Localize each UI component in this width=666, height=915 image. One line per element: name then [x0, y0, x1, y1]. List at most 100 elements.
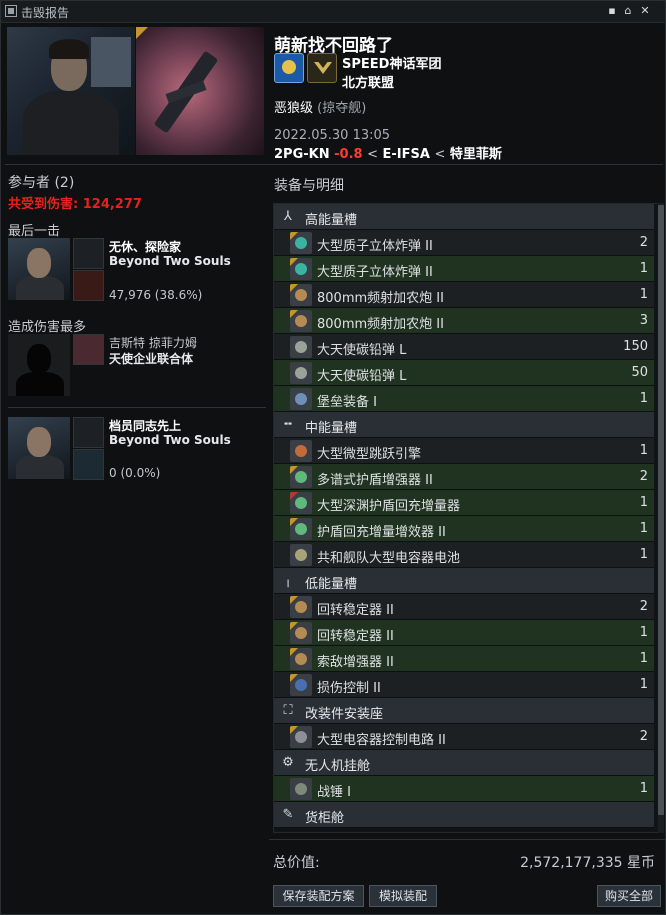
item-quantity: 1 — [639, 651, 648, 666]
module-icon — [290, 284, 312, 306]
module-icon — [290, 232, 312, 254]
top-damage-portrait[interactable] — [8, 334, 70, 396]
item-quantity: 2 — [639, 599, 648, 614]
save-fit-button[interactable]: 保存装配方案 — [273, 885, 364, 907]
fitting-item-row[interactable]: 损伤控制 II 1 — [274, 672, 654, 698]
divider — [5, 164, 663, 165]
kill-time: 2022.05.30 13:05 — [274, 128, 391, 143]
fitting-item-row[interactable]: 战锤 I 1 — [274, 776, 654, 802]
victim-ship-type[interactable]: 恶狼级 (掠夺舰) — [274, 97, 366, 116]
alliance-logo-icon[interactable] — [307, 53, 337, 83]
slot-header[interactable]: ╍ 中能量槽 — [274, 412, 654, 438]
total-value: 2,572,177,335 星币 — [520, 855, 655, 871]
title-bar: 击毁报告 ▪ ⌂ ✕ — [1, 1, 665, 23]
system-link[interactable]: 2PG-KN — [274, 147, 330, 162]
final-blow-damage: 47,976 (38.6%) — [109, 288, 203, 302]
attacker-portrait[interactable] — [8, 417, 70, 479]
region-link[interactable]: 特里菲斯 — [450, 147, 502, 162]
fitting-item-row[interactable]: 多谱式护盾增强器 II 2 — [274, 464, 654, 490]
fitting-item-row[interactable]: 共和舰队大型电容器电池 1 — [274, 542, 654, 568]
top-damage-name[interactable]: 吉斯特 掠菲力姆 — [109, 334, 197, 351]
constellation-link[interactable]: E-IFSA — [383, 147, 430, 162]
corp-logo-icon[interactable] — [274, 53, 304, 83]
item-quantity: 1 — [639, 677, 648, 692]
final-blow-ship-icon[interactable] — [73, 238, 104, 269]
victim-ship-image[interactable] — [136, 27, 264, 155]
slot-header[interactable]: ⅄ 高能量槽 — [274, 204, 654, 230]
total-damage: 共受到伤害: 124,277 — [8, 197, 142, 212]
fitting-item-row[interactable]: 800mm频射加农炮 II 1 — [274, 282, 654, 308]
simulate-fit-button[interactable]: 模拟装配 — [369, 885, 437, 907]
attacker-corp[interactable]: Beyond Two Souls — [109, 433, 231, 447]
lock-icon[interactable]: ⌂ — [621, 4, 635, 18]
final-blow-name[interactable]: 无休、探险家 — [109, 238, 181, 255]
item-quantity: 2 — [639, 469, 648, 484]
item-quantity: 1 — [639, 287, 648, 302]
fitting-item-row[interactable]: 大型深渊护盾回充增量器 1 — [274, 490, 654, 516]
slot-header-label: 高能量槽 — [305, 213, 358, 228]
attacker-ship-icon[interactable] — [73, 417, 104, 448]
victim-portrait[interactable] — [7, 27, 135, 155]
fitting-item-row[interactable]: 护盾回充增量增效器 II 1 — [274, 516, 654, 542]
fitting-item-row[interactable]: 大型质子立体炸弹 II 2 — [274, 230, 654, 256]
victim-alliance[interactable]: 北方联盟 — [342, 72, 394, 91]
fitting-item-row[interactable]: 大天使碳铅弹 L 150 — [274, 334, 654, 360]
module-icon — [290, 362, 312, 384]
buy-all-button[interactable]: 购买全部 — [597, 885, 661, 907]
low-slot-icon: ╷ — [284, 573, 292, 588]
fitting-item-row[interactable]: 索敌增强器 II 1 — [274, 646, 654, 672]
window-title: 击毁报告 — [21, 6, 70, 20]
item-name: 护盾回充增量增效器 II — [317, 525, 446, 540]
item-name: 大天使碳铅弹 L — [317, 343, 407, 358]
item-quantity: 1 — [639, 261, 648, 276]
module-icon — [290, 544, 312, 566]
fitting-item-row[interactable]: 堡垒装备 I 1 — [274, 386, 654, 412]
item-quantity: 1 — [639, 495, 648, 510]
kill-location: 2PG-KN -0.8 < E-IFSA < 特里菲斯 — [274, 147, 502, 162]
item-quantity: 3 — [639, 313, 648, 328]
slot-header-label: 中能量槽 — [305, 421, 358, 436]
module-icon — [290, 726, 312, 748]
fitting-item-row[interactable]: 回转稳定器 II 2 — [274, 594, 654, 620]
high-slot-icon: ⅄ — [284, 209, 292, 224]
final-blow-corp[interactable]: Beyond Two Souls — [109, 254, 231, 268]
fitting-item-row[interactable]: 大天使碳铅弹 L 50 — [274, 360, 654, 386]
module-icon — [290, 492, 312, 514]
rig-slot-icon: ⛶ — [283, 703, 293, 718]
module-icon — [290, 622, 312, 644]
slot-header[interactable]: ✎ 货柜舱 — [274, 802, 654, 828]
item-quantity: 1 — [639, 521, 648, 536]
module-icon — [290, 648, 312, 670]
top-damage-corp[interactable]: 天使企业联合体 — [109, 350, 193, 367]
slot-header[interactable]: ⛶ 改装件安装座 — [274, 698, 654, 724]
final-blow-weapon-icon[interactable] — [73, 270, 104, 301]
slot-header-label: 改装件安装座 — [305, 707, 384, 722]
fitting-item-row[interactable]: 大型质子立体炸弹 II 1 — [274, 256, 654, 282]
fitting-list[interactable]: ⅄ 高能量槽 大型质子立体炸弹 II 2 大型质子立体炸弹 II 1 800mm频射加农炮 … — [273, 203, 659, 833]
item-name: 大型微型跳跃引擎 — [317, 447, 422, 462]
scrollbar-thumb[interactable] — [658, 205, 664, 815]
item-name: 大型质子立体炸弹 II — [317, 239, 433, 254]
attacker-weapon-icon[interactable] — [73, 449, 104, 480]
tech-level-icon — [136, 27, 148, 39]
item-name: 大型电容器控制电路 II — [317, 733, 446, 748]
item-name: 大天使碳铅弹 L — [317, 369, 407, 384]
cargo-bay-icon: ✎ — [282, 807, 294, 822]
slot-header[interactable]: ⚙ 无人机挂舱 — [274, 750, 654, 776]
attacker-name[interactable]: 档员同志先上 — [109, 417, 181, 434]
slot-header[interactable]: ╷ 低能量槽 — [274, 568, 654, 594]
item-name: 回转稳定器 II — [317, 629, 394, 644]
fitting-item-row[interactable]: 800mm频射加农炮 II 3 — [274, 308, 654, 334]
final-blow-portrait[interactable] — [8, 238, 70, 300]
fitting-item-row[interactable]: 回转稳定器 II 1 — [274, 620, 654, 646]
minimize-icon[interactable]: ▪ — [605, 4, 619, 18]
fitting-item-row[interactable]: 大型微型跳跃引擎 1 — [274, 438, 654, 464]
fitting-item-row[interactable]: 大型电容器控制电路 II 2 — [274, 724, 654, 750]
top-damage-ship-icon[interactable] — [73, 334, 104, 365]
item-name: 共和舰队大型电容器电池 — [317, 551, 461, 566]
module-icon — [290, 596, 312, 618]
victim-corp[interactable]: SPEED神话军团 — [342, 53, 441, 72]
close-icon[interactable]: ✕ — [638, 4, 652, 18]
fitting-scrollbar[interactable] — [658, 203, 664, 833]
module-icon — [290, 310, 312, 332]
